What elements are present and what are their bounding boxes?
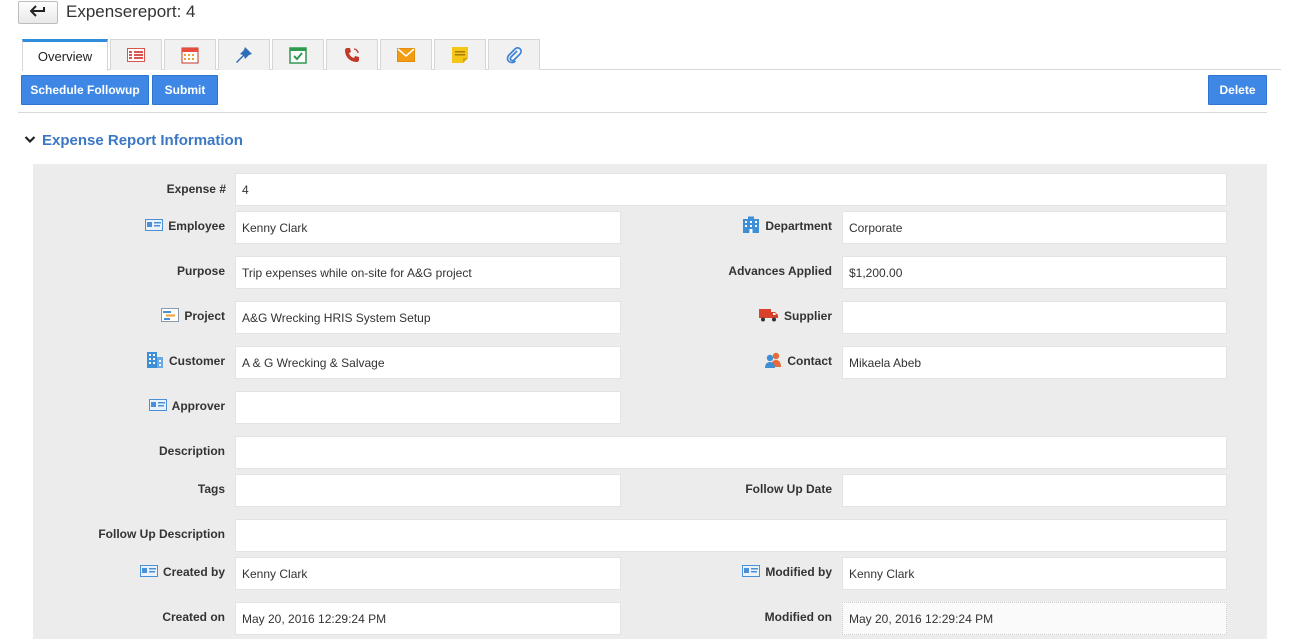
tags-field[interactable] bbox=[235, 474, 621, 507]
modified-by-field[interactable]: Kenny Clark bbox=[842, 557, 1227, 590]
description-field[interactable] bbox=[235, 436, 1227, 469]
expense-no-label: Expense # bbox=[166, 182, 226, 196]
building-icon bbox=[742, 216, 760, 237]
tab-list[interactable] bbox=[110, 39, 162, 70]
customer-label: Customer bbox=[146, 351, 225, 372]
contacts-icon bbox=[764, 352, 782, 371]
employee-label: Employee bbox=[145, 218, 225, 234]
tags-label: Tags bbox=[197, 482, 225, 496]
tab-pin[interactable] bbox=[218, 39, 270, 70]
follow-up-date-field[interactable] bbox=[842, 474, 1227, 507]
project-label: Project bbox=[161, 307, 225, 325]
calendar-check-icon bbox=[289, 46, 307, 64]
section-header-expense-report-info[interactable]: Expense Report Information bbox=[24, 131, 243, 149]
approver-label: Approver bbox=[148, 398, 225, 414]
calendar-grid-icon bbox=[181, 46, 199, 64]
created-by-label: Created by bbox=[139, 564, 225, 580]
list-icon bbox=[127, 48, 145, 62]
paperclip-icon bbox=[505, 46, 523, 64]
id-card-icon bbox=[145, 218, 164, 234]
supplier-field[interactable] bbox=[842, 301, 1227, 334]
created-on-field[interactable]: May 20, 2016 12:29:24 PM bbox=[235, 602, 621, 635]
contact-label: Contact bbox=[764, 352, 832, 371]
action-divider bbox=[18, 112, 1267, 113]
purpose-label: Purpose bbox=[176, 264, 225, 278]
tab-attachment[interactable] bbox=[488, 39, 540, 70]
follow-up-date-label: Follow Up Date bbox=[745, 482, 832, 496]
section-title: Expense Report Information bbox=[42, 131, 243, 149]
advances-applied-label: Advances Applied bbox=[728, 264, 832, 278]
tab-note[interactable] bbox=[434, 39, 486, 70]
pin-icon bbox=[235, 46, 253, 64]
department-label: Department bbox=[742, 216, 832, 237]
modified-on-label: Modified on bbox=[764, 610, 832, 624]
chevron-down-icon bbox=[24, 131, 36, 149]
purpose-field[interactable]: Trip expenses while on-site for A&G proj… bbox=[235, 256, 621, 289]
modified-on-field[interactable]: May 20, 2016 12:29:24 PM bbox=[842, 602, 1227, 635]
back-arrow-icon bbox=[29, 4, 46, 22]
note-icon bbox=[451, 46, 469, 64]
tab-overview[interactable]: Overview bbox=[22, 39, 108, 71]
modified-by-label: Modified by bbox=[742, 564, 832, 580]
tab-task[interactable] bbox=[272, 39, 324, 70]
phone-icon bbox=[343, 46, 361, 64]
expense-no-field[interactable]: 4 bbox=[235, 173, 1227, 206]
tab-bar: Overview bbox=[22, 39, 1281, 71]
expense-report-page: Expensereport: 4 Overview Schedule Follo… bbox=[0, 0, 1295, 639]
customer-field[interactable]: A & G Wrecking & Salvage bbox=[235, 346, 621, 379]
id-card-icon bbox=[139, 564, 158, 580]
department-field[interactable]: Corporate bbox=[842, 211, 1227, 244]
tab-overview-label: Overview bbox=[37, 49, 93, 64]
supplier-label: Supplier bbox=[758, 308, 832, 325]
follow-up-description-field[interactable] bbox=[235, 519, 1227, 552]
form-panel: Expense # 4 Employee Kenny Clark Departm… bbox=[33, 164, 1267, 639]
mail-icon bbox=[397, 48, 415, 62]
employee-field[interactable]: Kenny Clark bbox=[235, 211, 621, 244]
tab-call[interactable] bbox=[326, 39, 378, 70]
truck-icon bbox=[758, 308, 779, 325]
created-on-label: Created on bbox=[162, 610, 225, 624]
advances-applied-field[interactable]: $1,200.00 bbox=[842, 256, 1227, 289]
project-icon bbox=[161, 307, 180, 325]
company-icon bbox=[146, 351, 164, 372]
approver-field[interactable] bbox=[235, 391, 621, 424]
follow-up-description-label: Follow Up Description bbox=[98, 527, 225, 541]
submit-button[interactable]: Submit bbox=[152, 75, 218, 105]
page-title: Expensereport: 4 bbox=[66, 2, 196, 21]
contact-field[interactable]: Mikaela Abeb bbox=[842, 346, 1227, 379]
id-card-icon bbox=[148, 398, 167, 414]
tab-email[interactable] bbox=[380, 39, 432, 70]
back-button[interactable] bbox=[18, 1, 58, 24]
id-card-icon bbox=[742, 564, 761, 580]
delete-button[interactable]: Delete bbox=[1208, 75, 1267, 105]
description-label: Description bbox=[158, 444, 225, 458]
schedule-followup-button[interactable]: Schedule Followup bbox=[21, 75, 149, 105]
tab-calendar[interactable] bbox=[164, 39, 216, 70]
project-field[interactable]: A&G Wrecking HRIS System Setup bbox=[235, 301, 621, 334]
created-by-field[interactable]: Kenny Clark bbox=[235, 557, 621, 590]
